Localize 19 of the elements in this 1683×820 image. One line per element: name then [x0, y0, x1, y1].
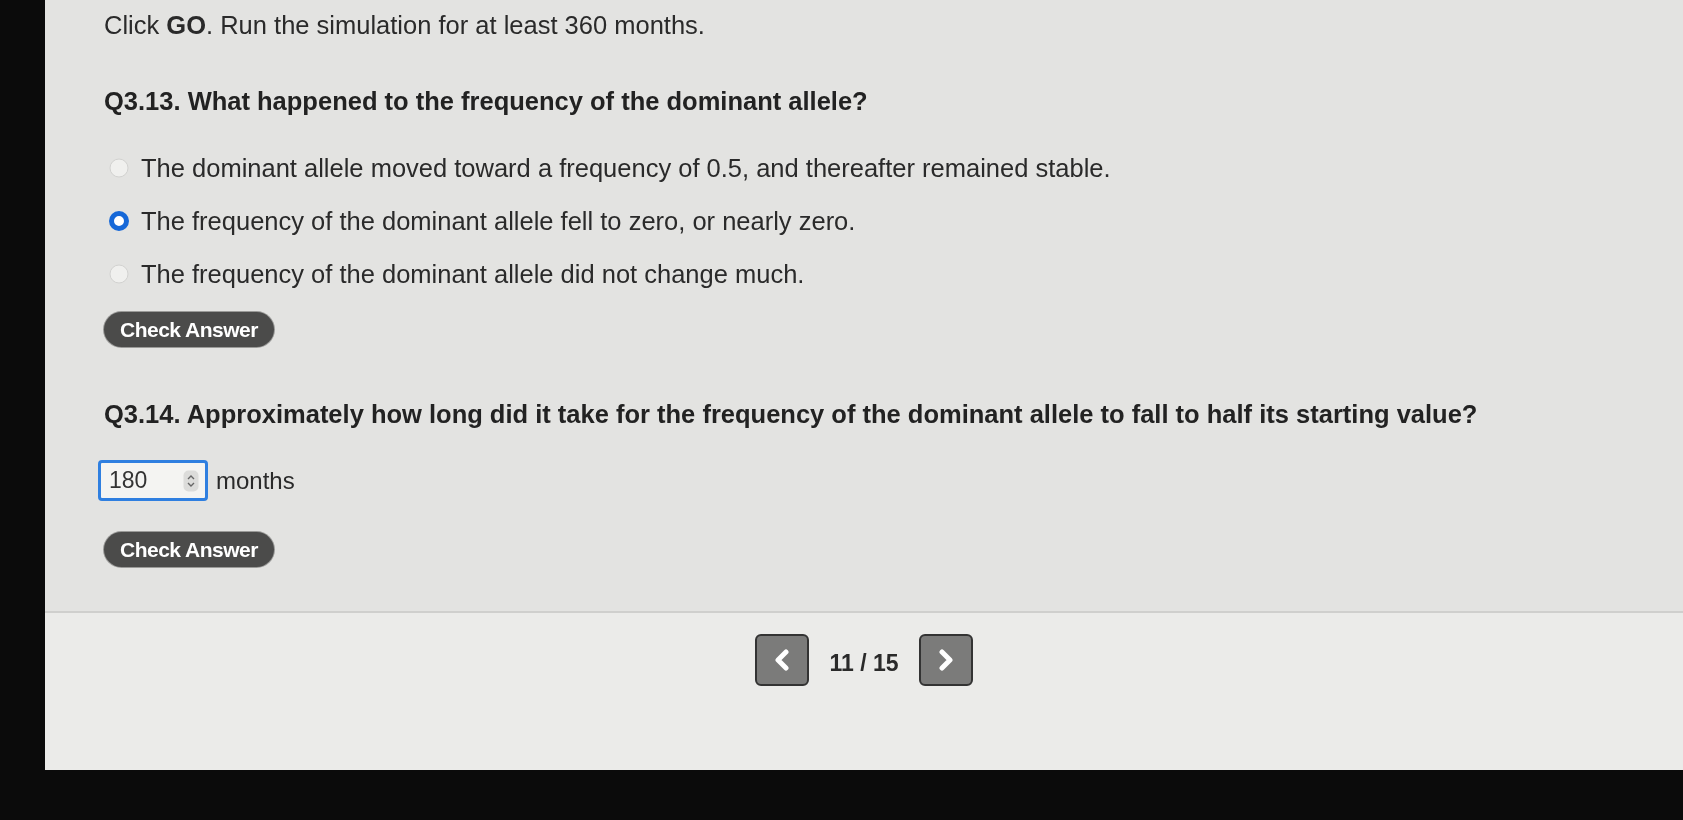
radio-icon[interactable] — [109, 158, 129, 178]
spinner-icon[interactable] — [183, 469, 199, 492]
option-label[interactable]: The frequency of the dominant allele fell to zero, or nearly zero. — [141, 206, 856, 236]
question-text: Q3.14. Approximately how long did it take for the frequency of the dominant allele to fall to half its starting value? — [104, 399, 1479, 429]
option-label[interactable]: The dominant allele moved toward a frequency of 0.5, and thereafter remained stable. — [141, 153, 1111, 183]
number-field[interactable]: 180 — [98, 460, 208, 501]
previous-button[interactable] — [755, 634, 810, 686]
check-answer-button[interactable]: Check Answer — [104, 312, 274, 347]
radio-selected-icon[interactable] — [109, 211, 129, 231]
option-label[interactable]: The frequency of the dominant allele did not change much. — [141, 259, 805, 289]
page-counter: 11 / 15 — [829, 649, 899, 678]
chevron-left-icon — [774, 649, 791, 671]
radio-icon[interactable] — [109, 264, 129, 284]
instruction-text: Click GO. Run the simulation for at least 360 months. — [104, 10, 706, 40]
chevron-right-icon — [937, 649, 954, 671]
unit-label: months — [216, 465, 295, 496]
question-text: Q3.13. What happened to the frequency of the dominant allele? — [104, 86, 869, 116]
next-button[interactable] — [918, 634, 973, 686]
check-answer-button[interactable]: Check Answer — [104, 532, 274, 567]
